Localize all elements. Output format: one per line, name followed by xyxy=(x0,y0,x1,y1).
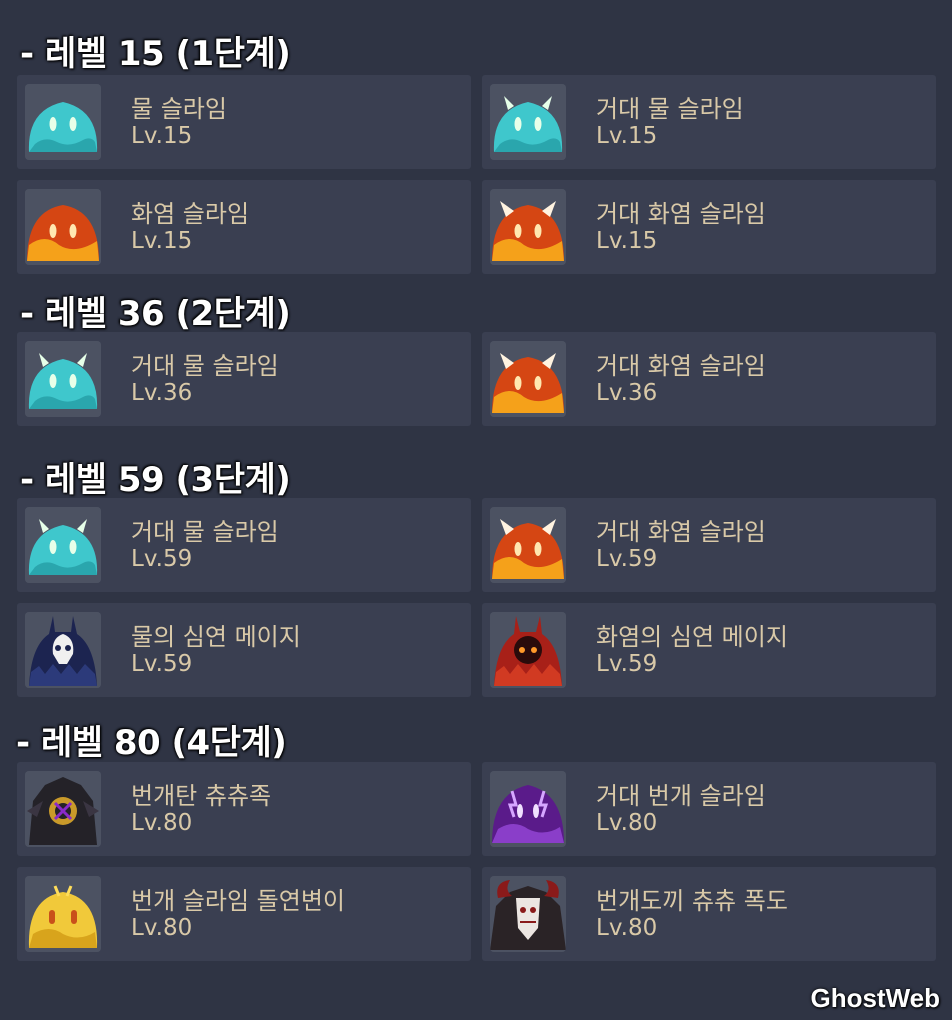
enemy-level: Lv.59 xyxy=(596,546,658,572)
enemy-name: 거대 화염 슬라임 xyxy=(596,200,766,228)
enemy-card-electro-mitachurl: 번개도끼 츄츄 폭도 Lv.80 xyxy=(482,867,936,961)
enemy-level: Lv.36 xyxy=(131,380,193,406)
section-title-level-59: - 레벨 59 (3단계) xyxy=(20,460,291,500)
enemy-card-large-water-slime: 거대 물 슬라임 Lv.15 xyxy=(482,75,936,169)
large-fire-slime-icon xyxy=(490,189,566,265)
enemy-card-large-fire-slime: 거대 화염 슬라임 Lv.15 xyxy=(482,180,936,274)
enemy-name: 거대 물 슬라임 xyxy=(596,95,744,123)
fire-slime-icon xyxy=(25,189,101,265)
enemy-card-large-water-slime: 거대 물 슬라임 Lv.59 xyxy=(17,498,471,592)
enemy-name: 거대 물 슬라임 xyxy=(131,352,279,380)
enemy-level: Lv.80 xyxy=(596,810,658,836)
enemy-level: Lv.59 xyxy=(131,651,193,677)
enemy-name: 거대 번개 슬라임 xyxy=(596,782,766,810)
hydro-abyss-mage-icon xyxy=(25,612,101,688)
enemy-card-hydro-abyss-mage: 물의 심연 메이지 Lv.59 xyxy=(17,603,471,697)
large-fire-slime-icon xyxy=(490,341,566,417)
enemy-card-large-fire-slime: 거대 화염 슬라임 Lv.59 xyxy=(482,498,936,592)
enemy-level: Lv.59 xyxy=(596,651,658,677)
enemy-level: Lv.80 xyxy=(596,915,658,941)
enemy-card-fire-slime: 화염 슬라임 Lv.15 xyxy=(17,180,471,274)
enemy-level: Lv.80 xyxy=(131,810,193,836)
watermark: GhostWeb xyxy=(810,983,940,1013)
enemy-level: Lv.59 xyxy=(131,546,193,572)
enemy-card-pyro-abyss-mage: 화염의 심연 메이지 Lv.59 xyxy=(482,603,936,697)
electro-mitachurl-icon xyxy=(490,876,566,952)
enemy-name: 거대 물 슬라임 xyxy=(131,518,279,546)
enemy-level: Lv.15 xyxy=(131,228,193,254)
enemy-level: Lv.36 xyxy=(596,380,658,406)
enemy-name: 물의 심연 메이지 xyxy=(131,623,301,651)
enemy-card-large-electro-slime: 거대 번개 슬라임 Lv.80 xyxy=(482,762,936,856)
enemy-name: 번개도끼 츄츄 폭도 xyxy=(596,887,788,915)
enemy-card-water-slime: 물 슬라임 Lv.15 xyxy=(17,75,471,169)
enemy-level: Lv.15 xyxy=(596,123,658,149)
water-slime-icon xyxy=(25,84,101,160)
enemy-name: 물 슬라임 xyxy=(131,95,227,123)
enemy-card-large-water-slime: 거대 물 슬라임 Lv.36 xyxy=(17,332,471,426)
enemy-name: 번개 슬라임 돌연변이 xyxy=(131,887,345,915)
enemy-name: 번개탄 츄츄족 xyxy=(131,782,272,810)
enemy-card-mutant-electro-slime: 번개 슬라임 돌연변이 Lv.80 xyxy=(17,867,471,961)
enemy-level: Lv.15 xyxy=(596,228,658,254)
enemy-card-large-fire-slime: 거대 화염 슬라임 Lv.36 xyxy=(482,332,936,426)
enemy-name: 거대 화염 슬라임 xyxy=(596,518,766,546)
enemy-card-electro-hilichurl: 번개탄 츄츄족 Lv.80 xyxy=(17,762,471,856)
enemy-name: 화염의 심연 메이지 xyxy=(596,623,788,651)
enemy-level: Lv.80 xyxy=(131,915,193,941)
large-electro-slime-icon xyxy=(490,771,566,847)
section-title-level-80: - 레벨 80 (4단계) xyxy=(16,723,287,763)
large-water-slime-icon xyxy=(490,84,566,160)
mutant-electro-slime-icon xyxy=(25,876,101,952)
enemy-name: 거대 화염 슬라임 xyxy=(596,352,766,380)
electro-hilichurl-icon xyxy=(25,771,101,847)
section-title-level-36: - 레벨 36 (2단계) xyxy=(20,294,291,334)
enemy-level: Lv.15 xyxy=(131,123,193,149)
enemy-name: 화염 슬라임 xyxy=(131,200,250,228)
section-title-level-15: - 레벨 15 (1단계) xyxy=(20,34,291,74)
large-fire-slime-icon xyxy=(490,507,566,583)
large-water-slime-icon xyxy=(25,341,101,417)
large-water-slime-icon xyxy=(25,507,101,583)
pyro-abyss-mage-icon xyxy=(490,612,566,688)
